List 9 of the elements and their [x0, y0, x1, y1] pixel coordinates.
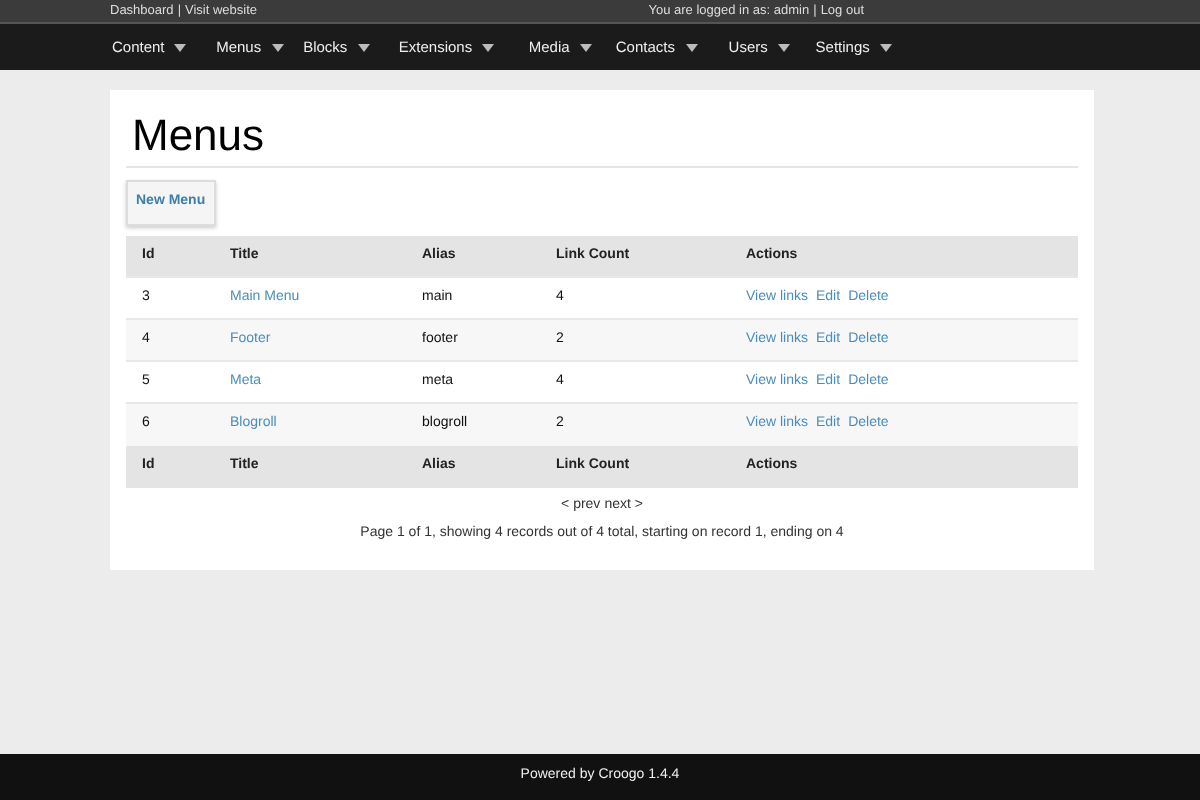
caret-icon [579, 43, 592, 51]
caret-icon [879, 43, 892, 51]
caret-icon [777, 43, 790, 51]
caret-icon [357, 43, 370, 51]
page-title: Menus [132, 110, 267, 162]
caret-icon [482, 43, 495, 51]
caret-icon [174, 43, 187, 51]
caret-icon [685, 43, 697, 51]
caret-icon [271, 43, 284, 51]
